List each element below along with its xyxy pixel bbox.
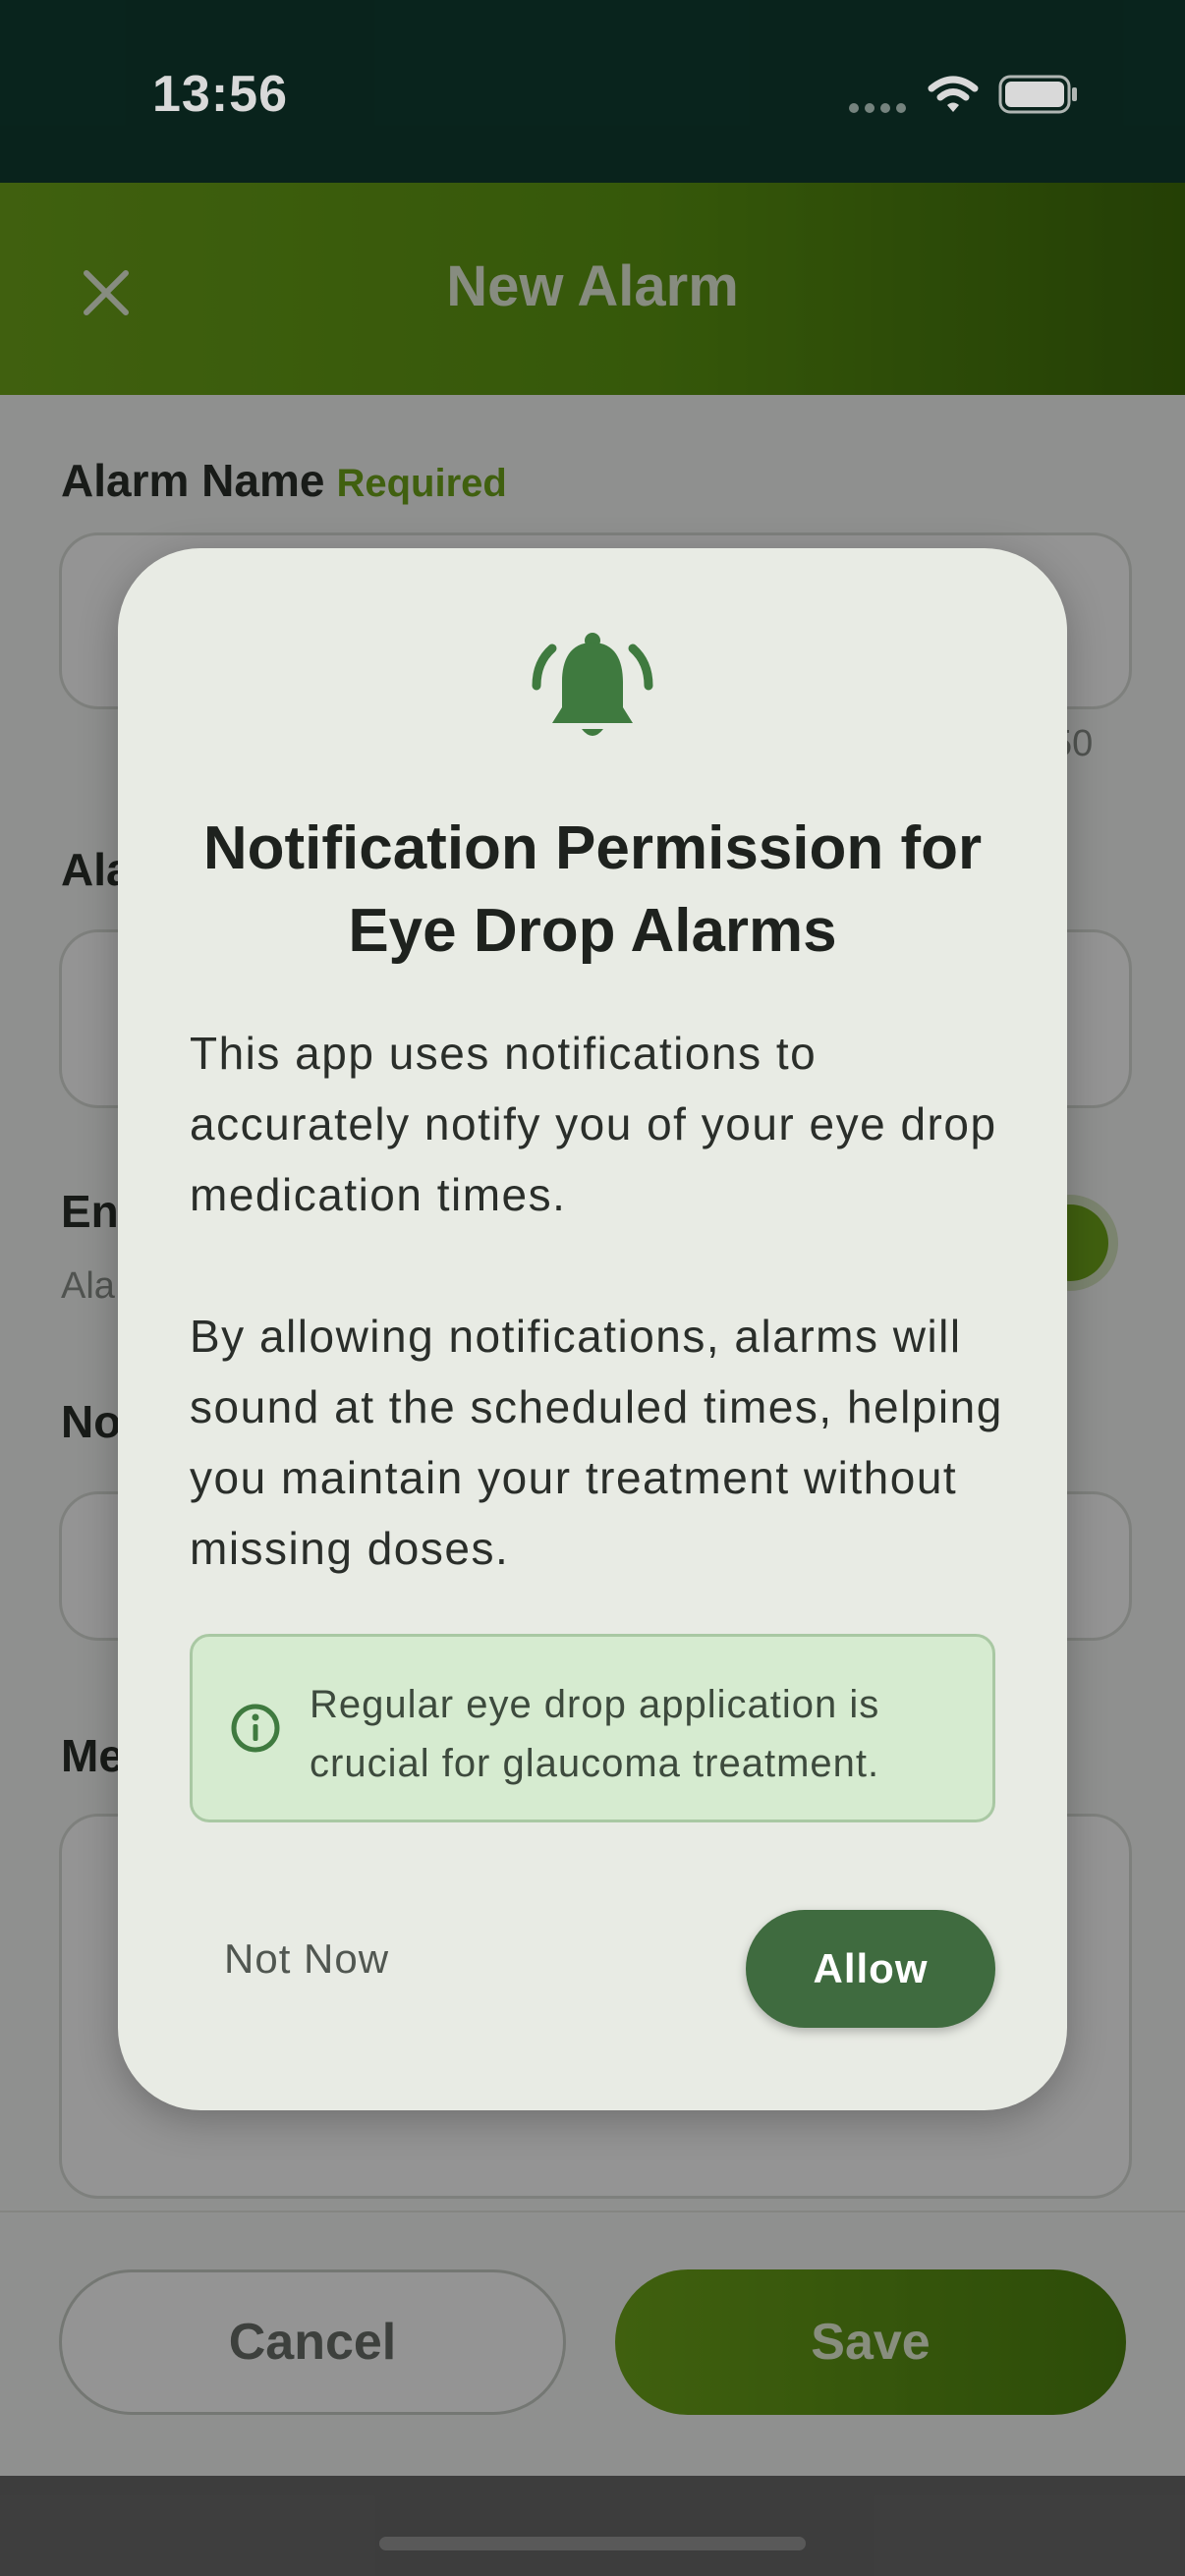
dialog-body-paragraph: This app uses notifications to accuratel… [190,1028,997,1220]
status-scrim [0,0,1185,183]
info-icon [231,1704,280,1753]
dialog-title: Notification Permission for Eye Drop Ala… [202,814,983,965]
not-now-button[interactable]: Not Now [224,1935,389,1983]
info-callout-text: Regular eye drop application is crucial … [310,1683,880,1785]
dialog-body: This app uses notifications to accuratel… [190,1018,1015,1584]
bell-icon [532,633,653,736]
dialog-body-paragraph: By allowing notifications, alarms will s… [190,1311,1003,1574]
allow-button[interactable]: Allow [746,1910,995,2028]
